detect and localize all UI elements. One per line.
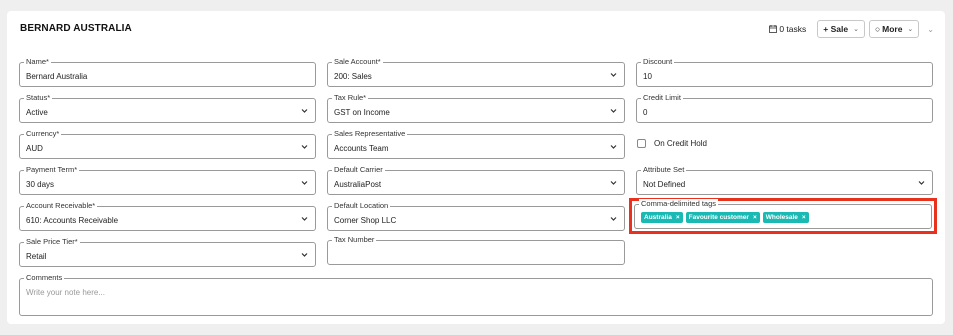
tags-input[interactable]: Comma-delimited tags Australia × Favourit… [634, 199, 932, 229]
chevron-down-icon: ⌄ [907, 26, 914, 33]
name-field[interactable]: Name* Bernard Australia [19, 57, 316, 87]
tag-label: Wholesale [765, 214, 798, 221]
chevron-down-icon [301, 181, 308, 185]
name-value: Bernard Australia [26, 72, 88, 81]
credit-limit-label: Credit Limit [641, 93, 683, 103]
discount-label: Discount [641, 57, 675, 67]
close-icon[interactable]: × [753, 214, 757, 221]
default-location-label: Default Location [332, 201, 391, 211]
discount-value: 10 [643, 72, 652, 81]
tag-chip[interactable]: Favourite customer × [685, 212, 760, 223]
comments-label: Comments [24, 273, 65, 283]
sale-price-tier-value: Retail [26, 252, 47, 261]
tax-number-label: Tax Number [332, 235, 377, 245]
tags-label: Comma-delimited tags [639, 199, 719, 209]
attribute-set-select[interactable]: Attribute Set Not Defined [636, 165, 933, 195]
chevron-down-icon [610, 145, 617, 149]
payment-term-label: Payment Term* [24, 165, 80, 175]
account-receivable-select[interactable]: Account Receivable* 610: Accounts Receiv… [19, 201, 316, 231]
close-icon[interactable]: × [802, 214, 806, 221]
tax-rule-value: GST on Income [334, 108, 390, 117]
default-carrier-value: AustraliaPost [334, 180, 382, 189]
chevron-down-icon [301, 253, 308, 257]
calendar-icon [769, 25, 778, 33]
tag-label: Australia [644, 214, 672, 221]
collapse-chevron-icon[interactable]: ⌄ [927, 25, 934, 34]
more-button[interactable]: ○ More ⌄ [868, 20, 920, 38]
name-label: Name* [24, 57, 51, 67]
sale-button-label: + Sale [823, 24, 849, 34]
sale-account-value: 200: Sales [334, 72, 372, 81]
chevron-down-icon [918, 181, 925, 185]
comments-placeholder: Write your note here... [26, 288, 105, 297]
on-credit-hold-checkbox[interactable] [637, 139, 646, 148]
currency-label: Currency* [24, 129, 62, 139]
credit-limit-value: 0 [643, 108, 648, 117]
account-receivable-label: Account Receivable* [24, 201, 98, 211]
more-button-label: More [882, 24, 903, 34]
default-location-value: Corner Shop LLC [334, 216, 397, 225]
chevron-down-icon [301, 109, 308, 113]
payment-term-select[interactable]: Payment Term* 30 days [19, 165, 316, 195]
tags-highlight-box: Comma-delimited tags Australia × Favourit… [629, 198, 937, 234]
status-value: Active [26, 108, 48, 117]
tax-rule-label: Tax Rule* [332, 93, 369, 103]
tasks-link[interactable]: 0 tasks [769, 24, 806, 34]
chevron-down-icon [301, 145, 308, 149]
credit-limit-field[interactable]: Credit Limit 0 [636, 93, 933, 123]
tasks-label: 0 tasks [779, 24, 807, 34]
sale-button[interactable]: + Sale ⌄ [817, 20, 865, 38]
sales-rep-label: Sales Representative [332, 129, 408, 139]
default-carrier-label: Default Carrier [332, 165, 385, 175]
currency-select[interactable]: Currency* AUD [19, 129, 316, 159]
on-credit-hold-row[interactable]: On Credit Hold [637, 139, 707, 148]
status-select[interactable]: Status* Active [19, 93, 316, 123]
tag-chip[interactable]: Wholesale × [762, 212, 809, 223]
close-icon[interactable]: × [676, 214, 680, 221]
default-carrier-select[interactable]: Default Carrier AustraliaPost [327, 165, 625, 195]
chevron-down-icon [610, 217, 617, 221]
tax-number-field[interactable]: Tax Number [327, 235, 625, 265]
sale-price-tier-select[interactable]: Sale Price Tier* Retail [19, 237, 316, 267]
discount-field[interactable]: Discount 10 [636, 57, 933, 87]
payment-term-value: 30 days [26, 180, 55, 189]
more-icon: ○ [874, 24, 881, 34]
attribute-set-value: Not Defined [643, 180, 686, 189]
tag-chip[interactable]: Australia × [641, 212, 683, 223]
chevron-down-icon [301, 217, 308, 221]
tag-label: Favourite customer [688, 214, 749, 221]
attribute-set-label: Attribute Set [641, 165, 687, 175]
default-location-select[interactable]: Default Location Corner Shop LLC [327, 201, 625, 231]
tax-rule-select[interactable]: Tax Rule* GST on Income [327, 93, 625, 123]
status-label: Status* [24, 93, 53, 103]
account-receivable-value: 610: Accounts Receivable [26, 216, 119, 225]
chevron-down-icon [610, 181, 617, 185]
sale-account-label: Sale Account* [332, 57, 383, 67]
on-credit-hold-label: On Credit Hold [654, 139, 707, 148]
tag-list: Australia × Favourite customer × Wholesale… [641, 212, 812, 223]
sale-price-tier-label: Sale Price Tier* [24, 237, 80, 247]
sales-rep-value: Accounts Team [334, 144, 389, 153]
chevron-down-icon [610, 73, 617, 77]
comments-textarea[interactable]: Comments Write your note here... [19, 273, 933, 316]
page-title: BERNARD AUSTRALIA [20, 23, 132, 34]
sale-account-select[interactable]: Sale Account* 200: Sales [327, 57, 625, 87]
sales-rep-select[interactable]: Sales Representative Accounts Team [327, 129, 625, 159]
header-toolbar: 0 tasks + Sale ⌄ ○ More ⌄ ⌄ [769, 20, 934, 38]
chevron-down-icon [610, 109, 617, 113]
chevron-down-icon: ⌄ [853, 26, 859, 33]
currency-value: AUD [26, 144, 43, 153]
